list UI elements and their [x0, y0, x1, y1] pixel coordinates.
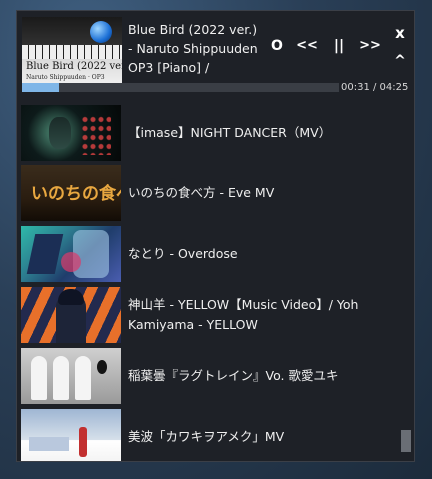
playlist-item[interactable]: 神山羊 - YELLOW【Music Video】/ Yoh Kamiyama …	[17, 287, 397, 347]
next-button[interactable]: >>	[359, 36, 381, 56]
thumbnail-shape	[26, 234, 64, 274]
thumbnail-hair	[58, 289, 84, 305]
playlist-item-thumbnail	[21, 409, 121, 461]
progress-bar-fill	[22, 83, 60, 92]
previous-button[interactable]: <<	[296, 36, 318, 56]
playlist-scrollbar-thumb[interactable]	[401, 430, 411, 452]
thumbnail-figure	[31, 356, 47, 400]
piano-keys-graphic	[22, 45, 122, 59]
playlist-item-thumbnail	[21, 287, 121, 343]
collapse-button[interactable]: ^	[393, 51, 407, 71]
playlist-item-thumbnail	[21, 105, 121, 161]
pause-button[interactable]: ||	[330, 36, 348, 56]
playlist-item[interactable]: なとり - Overdose	[17, 226, 397, 286]
music-player-window: Blue Bird (2022 ver.) Naruto Shippuuden …	[16, 10, 415, 462]
playlist-item[interactable]: 【imase】NIGHT DANCER（MV）	[17, 105, 397, 165]
playlist-item-label: 美波「カワキヲアメク」MV	[128, 409, 396, 461]
playlist-item[interactable]: いのちの食べ方 いのちの食べ方 - Eve MV	[17, 165, 397, 225]
blue-orb-graphic	[90, 21, 112, 43]
now-playing-thumbnail: Blue Bird (2022 ver.) Naruto Shippuuden …	[22, 17, 122, 87]
thumbnail-figure	[79, 427, 87, 457]
playlist-item-thumbnail	[21, 348, 121, 404]
thumbnail-figure	[53, 356, 69, 400]
thumbnail-title-text: Blue Bird (2022 ver.)	[26, 61, 122, 72]
playlist-item-title: いのちの食べ方 - Eve MV	[128, 185, 275, 200]
playlist-item-title: 【imase】NIGHT DANCER（MV）	[128, 125, 332, 140]
thumbnail-building	[29, 437, 69, 451]
thumbnail-figure	[75, 356, 91, 400]
thumbnail-subtitle-text: Naruto Shippuuden · OP3	[26, 74, 105, 81]
now-playing-title: Blue Bird (2022 ver.) - Naruto Shippuude…	[128, 22, 258, 75]
thumbnail-sparkles	[81, 115, 111, 155]
time-display: 00:31 / 04:25	[341, 82, 409, 93]
thumbnail-figure-head	[97, 360, 107, 374]
thumbnail-shape	[73, 230, 109, 278]
playlist-item[interactable]: 稲葉曇『ラグトレイン』Vo. 歌愛ユキ	[17, 348, 397, 408]
shuffle-button[interactable]: O	[270, 36, 284, 56]
playlist-item[interactable]: 美波「カワキヲアメク」MV	[17, 409, 397, 461]
playlist-item-label: なとり - Overdose	[128, 226, 396, 282]
playlist-scrollbar-track[interactable]	[401, 105, 413, 461]
thumbnail-text: いのちの食べ方	[31, 184, 121, 204]
playlist-item-title: 神山羊 - YELLOW【Music Video】/ Yoh Kamiyama …	[128, 297, 359, 332]
playlist-item-thumbnail: いのちの食べ方	[21, 165, 121, 221]
thumbnail-figure	[49, 117, 71, 149]
playlist: 【imase】NIGHT DANCER（MV） いのちの食べ方 いのちの食べ方 …	[17, 105, 414, 461]
playlist-item-label: 稲葉曇『ラグトレイン』Vo. 歌愛ユキ	[128, 348, 396, 404]
progress-bar[interactable]	[22, 83, 339, 92]
playlist-item-label: いのちの食べ方 - Eve MV	[128, 165, 396, 221]
playlist-item-title: 美波「カワキヲアメク」MV	[128, 429, 285, 444]
playlist-item-label: 神山羊 - YELLOW【Music Video】/ Yoh Kamiyama …	[128, 287, 396, 343]
playlist-item-title: 稲葉曇『ラグトレイン』Vo. 歌愛ユキ	[128, 368, 339, 383]
playlist-item-title: なとり - Overdose	[128, 246, 238, 261]
playlist-item-thumbnail	[21, 226, 121, 282]
playlist-item-label: 【imase】NIGHT DANCER（MV）	[128, 105, 396, 161]
thumbnail-shape	[61, 252, 81, 272]
close-button[interactable]: x	[393, 23, 407, 43]
